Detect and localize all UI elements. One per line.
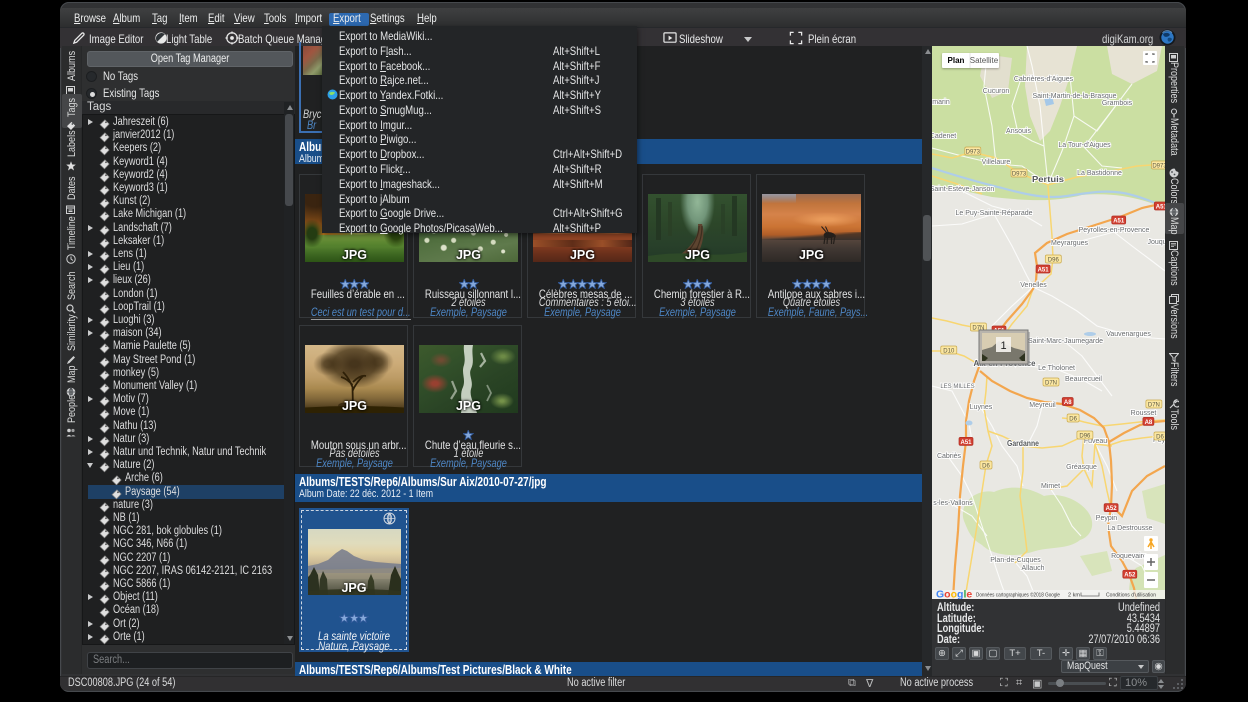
svg-text:Plan: Plan	[948, 56, 965, 65]
svg-text:D6: D6	[1156, 435, 1164, 441]
svg-text:Rousset: Rousset	[1131, 410, 1157, 417]
svg-text:D6: D6	[982, 464, 990, 470]
svg-text:La Destrousse: La Destrousse	[1107, 525, 1152, 532]
svg-text:A51: A51	[1156, 205, 1165, 211]
svg-text:Villelaure: Villelaure	[982, 159, 1011, 166]
svg-text:D973: D973	[966, 150, 981, 156]
svg-text:Ansouis: Ansouis	[1006, 128, 1031, 135]
svg-text:Venelles: Venelles	[1020, 282, 1047, 289]
svg-text:Cadenet: Cadenet	[932, 133, 956, 140]
svg-text:Données cartographiques ©2018: Données cartographiques ©2018 Google	[976, 592, 1060, 599]
svg-text:A8: A8	[1064, 400, 1072, 406]
svg-text:A52: A52	[1124, 573, 1136, 579]
svg-text:A52: A52	[1106, 506, 1118, 512]
svg-text:D973: D973	[1012, 172, 1027, 178]
svg-text:Le Puy-Sainte-Réparade: Le Puy-Sainte-Réparade	[955, 210, 1032, 217]
svg-text:A51: A51	[1113, 219, 1125, 225]
svg-text:Cabrières-d'Aigues: Cabrières-d'Aigues	[1014, 76, 1074, 83]
svg-text:Jouqu: Jouqu	[1147, 239, 1165, 246]
svg-text:Satellite: Satellite	[970, 56, 999, 65]
svg-text:Grambois: Grambois	[1102, 100, 1133, 107]
svg-text:Saint-Estève-Janson: Saint-Estève-Janson	[932, 186, 994, 193]
svg-text:Saint-Marc-Jaumegarde: Saint-Marc-Jaumegarde	[1028, 338, 1103, 345]
svg-text:D96: D96	[1048, 258, 1060, 264]
svg-text:Gréasque: Gréasque	[1066, 464, 1097, 471]
svg-text:LES MILLES: LES MILLES	[940, 384, 974, 390]
svg-text:D7N: D7N	[1148, 403, 1160, 409]
svg-text:D10: D10	[943, 349, 955, 355]
svg-text:1: 1	[1000, 340, 1006, 352]
svg-text:Saint-Martin-de-la-Brasque: Saint-Martin-de-la-Brasque	[1032, 93, 1116, 100]
svg-text:Mimet: Mimet	[1041, 483, 1060, 490]
svg-text:La Tour-d'Aigues: La Tour-d'Aigues	[1058, 142, 1111, 149]
svg-text:Roquevaire: Roquevaire	[1111, 553, 1147, 560]
svg-text:D973: D973	[1152, 164, 1165, 170]
svg-text:Gardanne: Gardanne	[1007, 438, 1039, 448]
svg-text:Luynes: Luynes	[970, 404, 993, 411]
svg-text:Beaurecueil: Beaurecueil	[1065, 376, 1102, 383]
svg-text:Le Tholonet: Le Tholonet	[1038, 365, 1075, 372]
svg-text:Vauvenargues: Vauvenargues	[1106, 331, 1151, 338]
svg-text:s-les-Vallons: s-les-Vallons	[933, 500, 973, 507]
svg-text:Cabriès: Cabriès	[937, 453, 962, 460]
svg-text:D6: D6	[1069, 417, 1077, 423]
svg-text:Pertuis: Pertuis	[1032, 174, 1064, 184]
svg-text:Peypin: Peypin	[1096, 515, 1118, 522]
svg-text:Meyreuil: Meyreuil	[1029, 402, 1056, 409]
svg-text:A51: A51	[1038, 268, 1050, 274]
svg-text:D7N: D7N	[1045, 381, 1057, 387]
svg-text:Allauch: Allauch	[1022, 565, 1045, 572]
svg-text:D96: D96	[1079, 434, 1091, 440]
svg-text:marin: marin	[932, 99, 950, 106]
svg-text:Google: Google	[936, 589, 972, 600]
svg-text:A51: A51	[960, 440, 972, 446]
svg-text:Cucuron: Cucuron	[983, 88, 1010, 95]
svg-text:Peyrolles-en-Provence: Peyrolles-en-Provence	[1079, 227, 1150, 234]
svg-text:Meyrargues: Meyrargues	[1051, 240, 1088, 247]
svg-text:A8: A8	[1145, 420, 1153, 426]
svg-text:La Bastidonne: La Bastidonne	[1077, 170, 1122, 177]
svg-text:Conditions d'utilisation: Conditions d'utilisation	[1106, 593, 1156, 599]
svg-text:Plan-de-Cuques: Plan-de-Cuques	[990, 557, 1041, 564]
svg-text:2 km: 2 km	[1068, 593, 1080, 599]
